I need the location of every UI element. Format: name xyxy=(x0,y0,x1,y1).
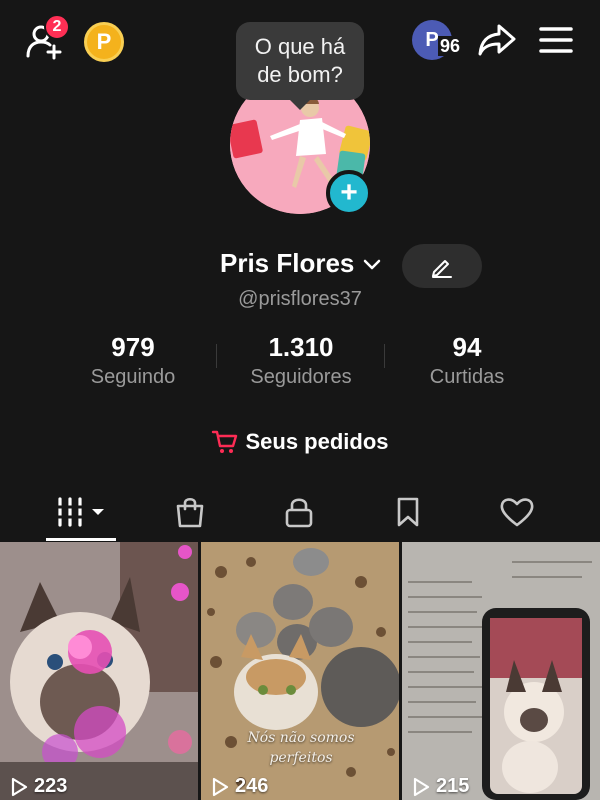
menu-button[interactable] xyxy=(536,20,576,60)
view-count: 215 xyxy=(412,775,469,798)
profile-name[interactable]: Pris Flores xyxy=(220,248,354,279)
hamburger-icon xyxy=(539,27,573,53)
pencil-icon xyxy=(432,260,452,278)
view-count-value: 246 xyxy=(235,775,269,797)
stat-value: 94 xyxy=(452,332,482,362)
tab-shop[interactable] xyxy=(155,486,225,538)
tab-videos[interactable] xyxy=(46,486,116,538)
active-tab-indicator xyxy=(46,538,116,541)
orders-label: Seus pedidos xyxy=(245,429,389,454)
shopping-bag-icon xyxy=(176,497,204,528)
profile-viewers-count: 96 xyxy=(438,36,463,56)
tab-liked[interactable] xyxy=(482,486,552,538)
edit-profile-button[interactable] xyxy=(402,244,482,288)
status-bubble[interactable]: O que há de bom? xyxy=(236,22,364,110)
stat-following[interactable]: 979 Seguindo xyxy=(48,332,218,392)
view-count: 223 xyxy=(10,775,67,798)
share-button[interactable] xyxy=(474,18,520,62)
share-icon xyxy=(478,24,516,56)
play-icon xyxy=(413,777,430,796)
play-icon xyxy=(11,777,28,796)
tab-private[interactable] xyxy=(264,486,334,538)
phone-on-book-image xyxy=(402,542,600,800)
profile-handle: @prisflores37 xyxy=(238,288,362,310)
profile-stats: 979 Seguindo 1.310 Seguidores 94 Curtida… xyxy=(0,332,600,392)
stat-likes[interactable]: 94 Curtidas xyxy=(382,332,552,392)
viewer-initial: P xyxy=(425,28,439,51)
orders-link-content: Seus pedidos xyxy=(211,429,389,455)
video-thumbnail[interactable]: 215 xyxy=(402,542,600,800)
grid-icon xyxy=(57,497,104,527)
view-count-value: 215 xyxy=(436,775,470,797)
coin-icon[interactable]: P xyxy=(84,22,124,62)
content-tabs xyxy=(0,486,600,542)
video-caption: Nós não somos perfeitos xyxy=(247,730,355,766)
video-thumbnail[interactable]: Nós não somos perfeitos 246 xyxy=(201,542,399,800)
video-thumbnail[interactable]: 223 xyxy=(0,542,198,800)
name-row: Pris Flores xyxy=(0,244,600,288)
coin-label: P xyxy=(96,29,112,54)
stat-label: Seguindo xyxy=(90,366,176,388)
status-bubble-text: O que há de bom? xyxy=(254,34,346,87)
video-grid: 223 Nós não somos perfeitos 246 215 xyxy=(0,542,600,800)
stat-label: Seguidores xyxy=(250,366,352,388)
tab-saved[interactable] xyxy=(373,486,443,538)
orders-link[interactable]: Seus pedidos xyxy=(0,426,600,458)
view-count: 246 xyxy=(211,775,268,798)
play-icon xyxy=(212,777,229,796)
add-story-button[interactable]: + xyxy=(326,170,372,216)
view-count-value: 223 xyxy=(34,775,68,797)
profile-page: 2 P P 96 O que há de bom? + Pris Flores … xyxy=(0,0,600,800)
cat-with-flowers-image xyxy=(0,542,198,800)
stat-label: Curtidas xyxy=(429,366,505,388)
stat-value: 979 xyxy=(111,332,155,362)
stat-followers[interactable]: 1.310 Seguidores xyxy=(216,332,386,392)
heart-icon xyxy=(500,498,534,527)
add-friends-button[interactable]: 2 xyxy=(20,14,70,62)
lock-icon xyxy=(285,498,313,528)
shopping-cart-icon xyxy=(212,430,238,453)
chevron-down-icon[interactable] xyxy=(360,252,384,276)
add-story-label: + xyxy=(340,176,358,209)
friend-requests-badge: 2 xyxy=(44,14,70,40)
bookmark-icon xyxy=(397,497,419,527)
stat-value: 1.310 xyxy=(268,332,334,362)
